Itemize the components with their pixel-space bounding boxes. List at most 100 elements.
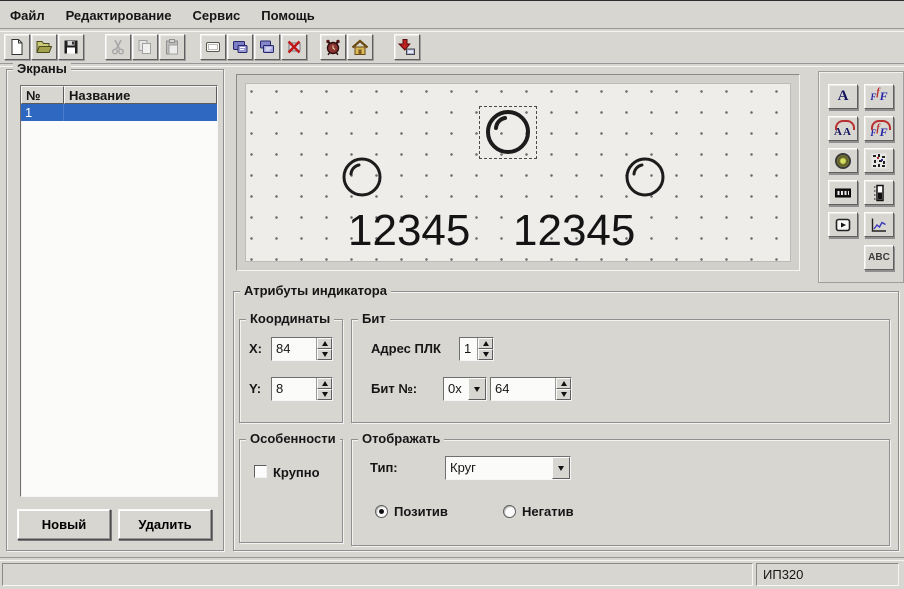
save-floppy-icon xyxy=(64,40,78,54)
bargraph-icon xyxy=(874,184,884,201)
column-header-number[interactable]: № xyxy=(21,86,64,104)
display-group: Отображать xyxy=(351,431,890,546)
plc-address-label: Адрес ПЛК xyxy=(371,341,441,356)
type-label: Тип: xyxy=(370,460,398,475)
screens-list-header: № Название xyxy=(21,86,217,104)
positive-radio-label[interactable]: Позитив xyxy=(394,504,448,519)
column-header-name[interactable]: Название xyxy=(64,86,217,104)
new-screen-icon xyxy=(206,42,220,52)
bit-number-spinedit: 64 xyxy=(490,377,572,401)
shine-arc xyxy=(494,116,507,130)
menu-edit[interactable]: Редактирование xyxy=(64,6,174,25)
video-play-tool-button[interactable] xyxy=(828,212,858,237)
type-dropdown-button[interactable] xyxy=(552,457,570,479)
cut-button[interactable] xyxy=(105,34,131,60)
down-arrow-icon xyxy=(321,352,328,357)
bit-number-value[interactable]: 64 xyxy=(491,378,555,400)
menu-service[interactable]: Сервис xyxy=(191,6,243,25)
dynamic-text-tool-button[interactable]: AA xyxy=(828,116,858,141)
new-screen-button[interactable] xyxy=(200,34,226,60)
plc-up-button[interactable] xyxy=(478,338,493,349)
register-display-tool-button[interactable] xyxy=(828,180,858,205)
y-up-button[interactable] xyxy=(317,378,332,389)
down-arrow-icon xyxy=(560,392,567,397)
negative-radio[interactable] xyxy=(503,505,516,518)
dynamic-arc-icon xyxy=(871,120,891,130)
up-arrow-icon xyxy=(560,381,567,386)
down-arrow-icon xyxy=(474,386,480,392)
delete-screen-list-button[interactable]: Удалить xyxy=(118,509,212,540)
bargraph-tool-button[interactable] xyxy=(864,180,894,205)
screen-properties-icon xyxy=(233,41,248,53)
open-button[interactable] xyxy=(31,34,57,60)
dynamic-function-tool-button[interactable]: FfF xyxy=(864,116,894,141)
delete-screen-icon xyxy=(287,40,301,54)
indicator-circle-left[interactable] xyxy=(340,155,384,199)
bitmap-tool-button[interactable] xyxy=(864,148,894,173)
big-checkbox[interactable] xyxy=(254,465,267,478)
home-screen-button[interactable] xyxy=(347,34,373,60)
copy-pages-icon xyxy=(138,40,151,54)
statusbar-panel-device: ИП320 xyxy=(756,563,899,586)
coordinates-group: Координаты xyxy=(239,311,343,423)
download-button[interactable] xyxy=(394,34,420,60)
up-arrow-icon xyxy=(321,341,328,346)
indicator-circle-right[interactable] xyxy=(623,155,667,199)
x-spinedit: 84 xyxy=(271,337,333,361)
element-palette: A FfF AA FfF ABC xyxy=(818,71,904,283)
type-combobox: Круг xyxy=(445,456,571,480)
app-window: Файл Редактирование Сервис Помощь Экраны… xyxy=(0,0,904,589)
y-spinedit: 8 xyxy=(271,377,333,401)
value-display-left[interactable]: 12345 xyxy=(348,209,470,253)
screens-group-caption: Экраны xyxy=(13,61,71,76)
bit-base-value[interactable]: 0x xyxy=(444,378,468,400)
screen-properties-button[interactable] xyxy=(227,34,253,60)
plc-address-value[interactable]: 1 xyxy=(460,338,477,360)
negative-radio-label[interactable]: Негатив xyxy=(522,504,574,519)
down-arrow-icon xyxy=(482,352,489,357)
bit-down-button[interactable] xyxy=(556,389,571,400)
alarm-clock-icon xyxy=(326,39,340,56)
copy-button[interactable] xyxy=(132,34,158,60)
type-value[interactable]: Круг xyxy=(446,457,552,479)
indicator-circle-selected[interactable] xyxy=(483,108,533,157)
new-screen-list-button[interactable]: Новый xyxy=(17,509,111,540)
x-value[interactable]: 84 xyxy=(272,338,316,360)
down-arrow-icon xyxy=(558,465,564,471)
static-text-tool-button[interactable]: A xyxy=(828,84,858,109)
positive-radio[interactable] xyxy=(375,505,388,518)
indicator-lamp-icon xyxy=(835,152,851,169)
indicator-lamp-tool-button[interactable] xyxy=(828,148,858,173)
font-function-tool-button[interactable]: FfF xyxy=(864,84,894,109)
y-value[interactable]: 8 xyxy=(272,378,316,400)
bit-up-button[interactable] xyxy=(556,378,571,389)
value-display-right[interactable]: 12345 xyxy=(513,209,635,253)
trend-graph-tool-button[interactable] xyxy=(864,212,894,237)
y-label: Y: xyxy=(249,381,262,396)
trend-graph-icon xyxy=(871,218,886,232)
copy-screen-button[interactable] xyxy=(254,34,280,60)
shine-arc xyxy=(349,163,361,176)
x-label: X: xyxy=(249,341,262,356)
big-checkbox-label[interactable]: Крупно xyxy=(273,465,320,480)
screens-list-row-selected[interactable]: 1 xyxy=(21,104,217,121)
cut-scissors-icon xyxy=(111,39,125,55)
menu-file[interactable]: Файл xyxy=(8,6,47,25)
y-down-button[interactable] xyxy=(317,389,332,400)
delete-screen-button[interactable] xyxy=(281,34,307,60)
new-button[interactable] xyxy=(4,34,30,60)
download-to-panel-icon xyxy=(398,39,415,55)
menu-help[interactable]: Помощь xyxy=(259,6,316,25)
save-button[interactable] xyxy=(58,34,84,60)
x-up-button[interactable] xyxy=(317,338,332,349)
x-down-button[interactable] xyxy=(317,349,332,360)
plc-down-button[interactable] xyxy=(478,349,493,360)
bit-group: Бит xyxy=(351,311,890,423)
register-display-icon xyxy=(835,188,851,197)
paste-clipboard-icon xyxy=(166,39,178,55)
alarms-button[interactable] xyxy=(320,34,346,60)
screen-name-cell xyxy=(64,104,217,121)
abc-text-tool-button[interactable]: ABC xyxy=(864,245,894,270)
paste-button[interactable] xyxy=(159,34,185,60)
bit-base-dropdown-button[interactable] xyxy=(468,378,486,400)
